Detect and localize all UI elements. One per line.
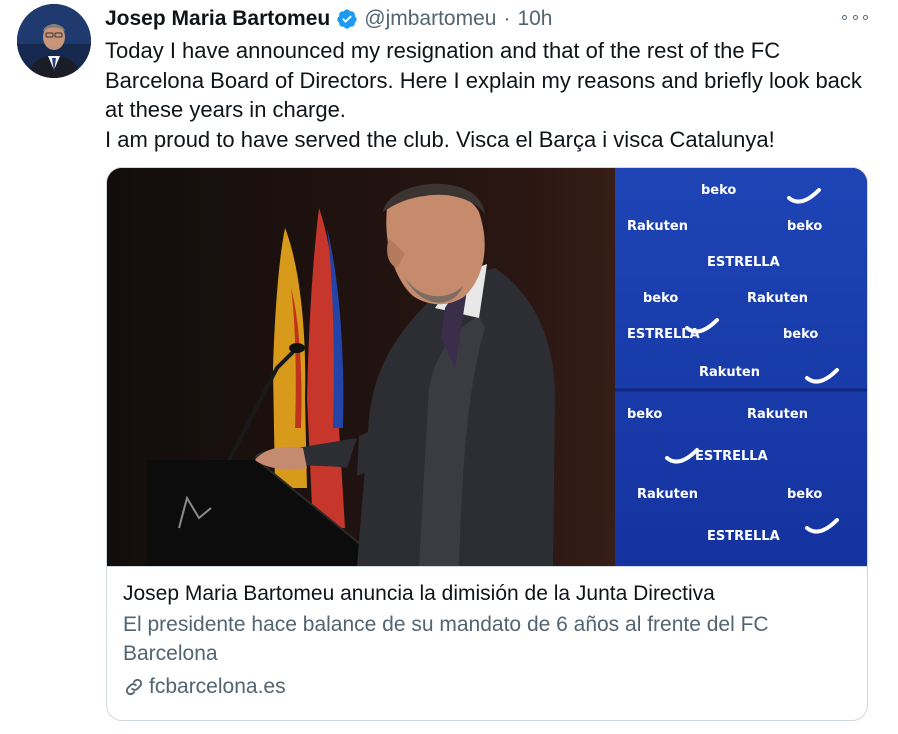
svg-text:beko: beko [787, 219, 822, 234]
tweet-header: Josep Maria Bartomeu @jmbartomeu · 10h [105, 6, 553, 32]
tweet-text-line: I am proud to have served the club. Visc… [105, 126, 775, 152]
press-conference-photo-icon: beko Rakuten beko ESTRELLA beko Rakuten … [107, 168, 867, 566]
svg-text:ESTRELLA: ESTRELLA [695, 449, 768, 464]
link-preview-card[interactable]: beko Rakuten beko ESTRELLA beko Rakuten … [106, 167, 868, 721]
verified-badge-icon [336, 8, 358, 30]
tweet-text-line: Today I have announced my resignation an… [105, 38, 862, 122]
card-domain[interactable]: fcbarcelona.es [123, 673, 843, 701]
svg-text:ESTRELLA: ESTRELLA [707, 255, 780, 270]
svg-text:Rakuten: Rakuten [627, 219, 688, 234]
card-image[interactable]: beko Rakuten beko ESTRELLA beko Rakuten … [107, 168, 867, 567]
card-title[interactable]: Josep Maria Bartomeu anuncia la dimisión… [123, 580, 843, 608]
svg-text:Rakuten: Rakuten [699, 365, 760, 380]
separator-dot: · [503, 7, 511, 30]
card-description: El presidente hace balance de su mandato… [123, 613, 769, 665]
svg-text:Rakuten: Rakuten [637, 487, 698, 502]
svg-text:beko: beko [627, 407, 662, 422]
display-name[interactable]: Josep Maria Bartomeu [105, 7, 330, 31]
tweet-timestamp[interactable]: 10h [517, 7, 552, 31]
more-options-icon[interactable] [842, 9, 868, 25]
card-body: Josep Maria Bartomeu anuncia la dimisión… [123, 580, 843, 701]
svg-text:beko: beko [701, 183, 736, 198]
svg-text:Rakuten: Rakuten [747, 407, 808, 422]
author-avatar[interactable] [17, 4, 91, 78]
svg-text:ESTRELLA: ESTRELLA [707, 529, 780, 544]
card-domain-text: fcbarcelona.es [149, 675, 286, 698]
avatar-photo-icon [17, 4, 91, 78]
tweet-text: Today I have announced my resignation an… [105, 36, 885, 154]
svg-text:beko: beko [783, 327, 818, 342]
tweet[interactable]: Josep Maria Bartomeu @jmbartomeu · 10h T… [0, 0, 898, 734]
svg-text:beko: beko [787, 487, 822, 502]
author-handle[interactable]: @jmbartomeu [364, 7, 496, 31]
svg-text:Rakuten: Rakuten [747, 291, 808, 306]
svg-text:beko: beko [643, 291, 678, 306]
link-icon [123, 676, 145, 698]
